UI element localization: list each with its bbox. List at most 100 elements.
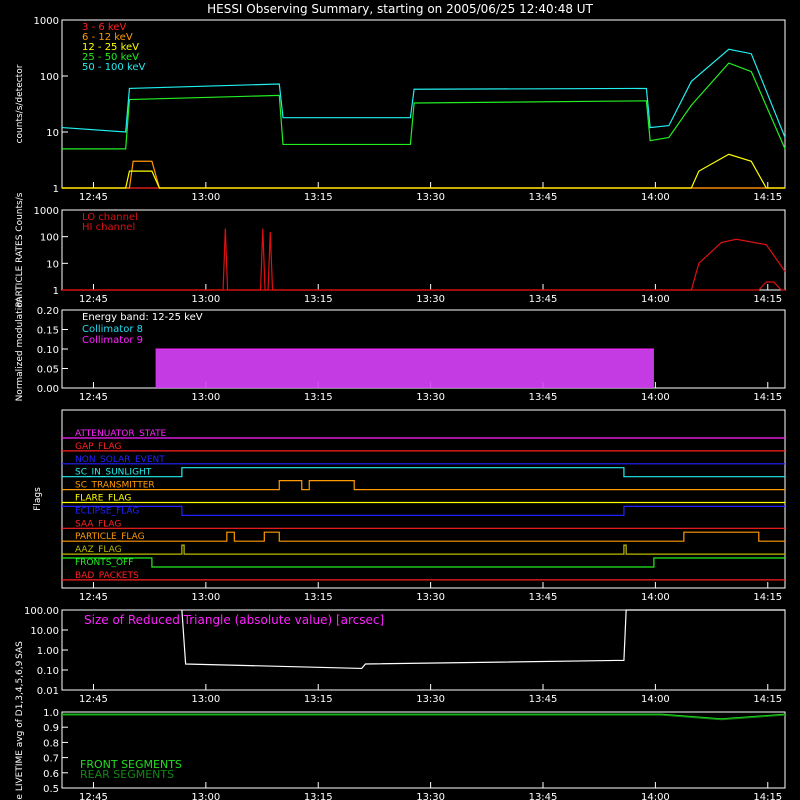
modulation-ytick-label: 0.10 [37, 345, 59, 356]
particle-series-1 [62, 281, 785, 291]
flags-xtick-label: 13:15 [304, 592, 333, 603]
flags-xtick-label: 14:00 [641, 592, 670, 603]
flags-frame [61, 409, 786, 589]
sas-ytick-label: 0.10 [37, 666, 59, 677]
modulation-ytick-label: 0.00 [37, 384, 59, 395]
counts-xtick-label: 14:00 [641, 192, 670, 203]
counts-xtick-label: 14:15 [753, 192, 782, 203]
sas-xtick-label: 13:30 [416, 694, 445, 705]
modulation-xtick-label: 13:45 [529, 392, 558, 403]
counts-series-2 [62, 153, 785, 189]
modulation-ytick-label: 0.20 [37, 306, 59, 317]
flag-label-0: ATTENUATOR_STATE [75, 429, 167, 439]
flags-xtick-label: 12:45 [79, 592, 108, 603]
modulation-legend-title: Energy band: 12-25 keV [82, 312, 203, 323]
flag-label-4: SC_TRANSMITTER [75, 481, 155, 491]
particle-xtick-label: 13:15 [304, 294, 333, 305]
counts-series-1 [62, 160, 785, 189]
sas-xtick-label: 13:45 [529, 694, 558, 705]
particle-legend-1: HI channel [82, 222, 135, 233]
counts-ytick-label: 10 [46, 128, 59, 139]
hessi-summary-figure: HESSI Observing Summary, starting on 200… [15, 2, 786, 800]
particle-xtick-label: 13:00 [191, 294, 220, 305]
flag-label-10: FRONTS_OFF [75, 558, 133, 568]
flag-label-11: BAD_PACKETS [75, 571, 139, 581]
sas-ytick-label: 100.00 [24, 606, 59, 617]
sas-xtick-label: 14:00 [641, 694, 670, 705]
particle-frame [61, 209, 786, 291]
modulation-legend-1: Collimator 9 [82, 335, 143, 346]
counts-xtick-label: 12:45 [79, 192, 108, 203]
sas-xtick-label: 13:15 [304, 694, 333, 705]
livetime-ylabel: Mon. Rate LIVETIME avg of D1,3,4,5,6,9 [15, 660, 25, 800]
livetime-ytick-label: 0.8 [43, 738, 59, 749]
counts-legend-4: 50 - 100 keV [82, 62, 146, 73]
flag-trace-4 [62, 480, 785, 491]
livetime-xtick-label: 12:45 [79, 792, 108, 800]
sas-xtick-label: 13:00 [191, 694, 220, 705]
flag-label-2: NON_SOLAR_EVENT [75, 455, 165, 465]
particle-ylabel: PARTICLE RATES Counts/s [15, 192, 25, 307]
counts-xtick-label: 13:15 [304, 192, 333, 203]
particle-xtick-label: 13:45 [529, 294, 558, 305]
counts-ytick-label: 1000 [34, 16, 59, 27]
flag-trace-9 [62, 544, 785, 555]
particle-ytick-label: 10 [46, 259, 59, 270]
particle-ytick-label: 100 [40, 233, 59, 244]
flag-trace-6 [62, 505, 785, 516]
flag-trace-3 [62, 467, 785, 478]
livetime-xtick-label: 13:15 [304, 792, 333, 800]
modulation-legend-0: Collimator 8 [82, 324, 143, 335]
modulation-xtick-label: 13:15 [304, 392, 333, 403]
modulation-ytick-label: 0.05 [37, 365, 59, 376]
livetime-ytick-label: 1.0 [43, 708, 59, 719]
flag-label-7: SAA_FLAG [75, 519, 121, 529]
livetime-series-1 [62, 714, 786, 721]
livetime-ytick-label: 0.6 [43, 769, 59, 780]
counts-ylabel: counts/s/detector [15, 64, 25, 143]
sas-annotation: Size of Reduced Triangle (absolute value… [84, 613, 384, 627]
particle-series-0 [62, 228, 786, 291]
particle-ytick-label: 1 [53, 286, 59, 297]
counts-series-3 [62, 62, 786, 150]
particle-xtick-label: 13:30 [416, 294, 445, 305]
modulation-ytick-label: 0.15 [37, 326, 59, 337]
modulation-xtick-label: 14:15 [753, 392, 782, 403]
flag-trace-8 [62, 531, 785, 542]
flags-xtick-label: 13:30 [416, 592, 445, 603]
particle-ytick-label: 1000 [34, 206, 59, 217]
sas-ytick-label: 10.00 [30, 626, 59, 637]
livetime-xtick-label: 14:00 [641, 792, 670, 800]
flags-xtick-label: 14:15 [753, 592, 782, 603]
counts-frame [61, 19, 786, 189]
sas-ytick-label: 0.01 [37, 686, 59, 697]
counts-ytick-label: 1 [53, 184, 59, 195]
sas-ylabel: SAS [15, 641, 25, 659]
counts-ytick-label: 100 [40, 72, 59, 83]
modulation-xtick-label: 12:45 [79, 392, 108, 403]
counts-xtick-label: 13:45 [529, 192, 558, 203]
particle-xtick-label: 12:45 [79, 294, 108, 305]
sas-ytick-label: 1.00 [37, 646, 59, 657]
particle-xtick-label: 14:15 [753, 294, 782, 305]
counts-xtick-label: 13:30 [416, 192, 445, 203]
livetime-legend-1: REAR SEGMENTS [80, 768, 174, 781]
modulation-band-1 [155, 349, 654, 388]
flag-label-8: PARTICLE_FLAG [75, 532, 145, 542]
livetime-xtick-label: 13:00 [191, 792, 220, 800]
modulation-xtick-label: 14:00 [641, 392, 670, 403]
sas-xtick-label: 14:15 [753, 694, 782, 705]
livetime-ytick-label: 0.9 [43, 723, 59, 734]
chart-title: HESSI Observing Summary, starting on 200… [207, 2, 593, 16]
livetime-ytick-label: 0.7 [43, 754, 59, 765]
sas-xtick-label: 12:45 [79, 694, 108, 705]
counts-series-4 [61, 48, 786, 138]
livetime-xtick-label: 13:30 [416, 792, 445, 800]
flag-label-6: ECLIPSE_FLAG [75, 506, 139, 516]
flag-label-5: FLARE_FLAG [75, 494, 131, 504]
flag-label-9: AAZ_FLAG [75, 545, 122, 555]
modulation-ylabel: Normalized modulation [15, 297, 25, 402]
counts-xtick-label: 13:00 [191, 192, 220, 203]
livetime-xtick-label: 13:45 [529, 792, 558, 800]
modulation-xtick-label: 13:00 [191, 392, 220, 403]
